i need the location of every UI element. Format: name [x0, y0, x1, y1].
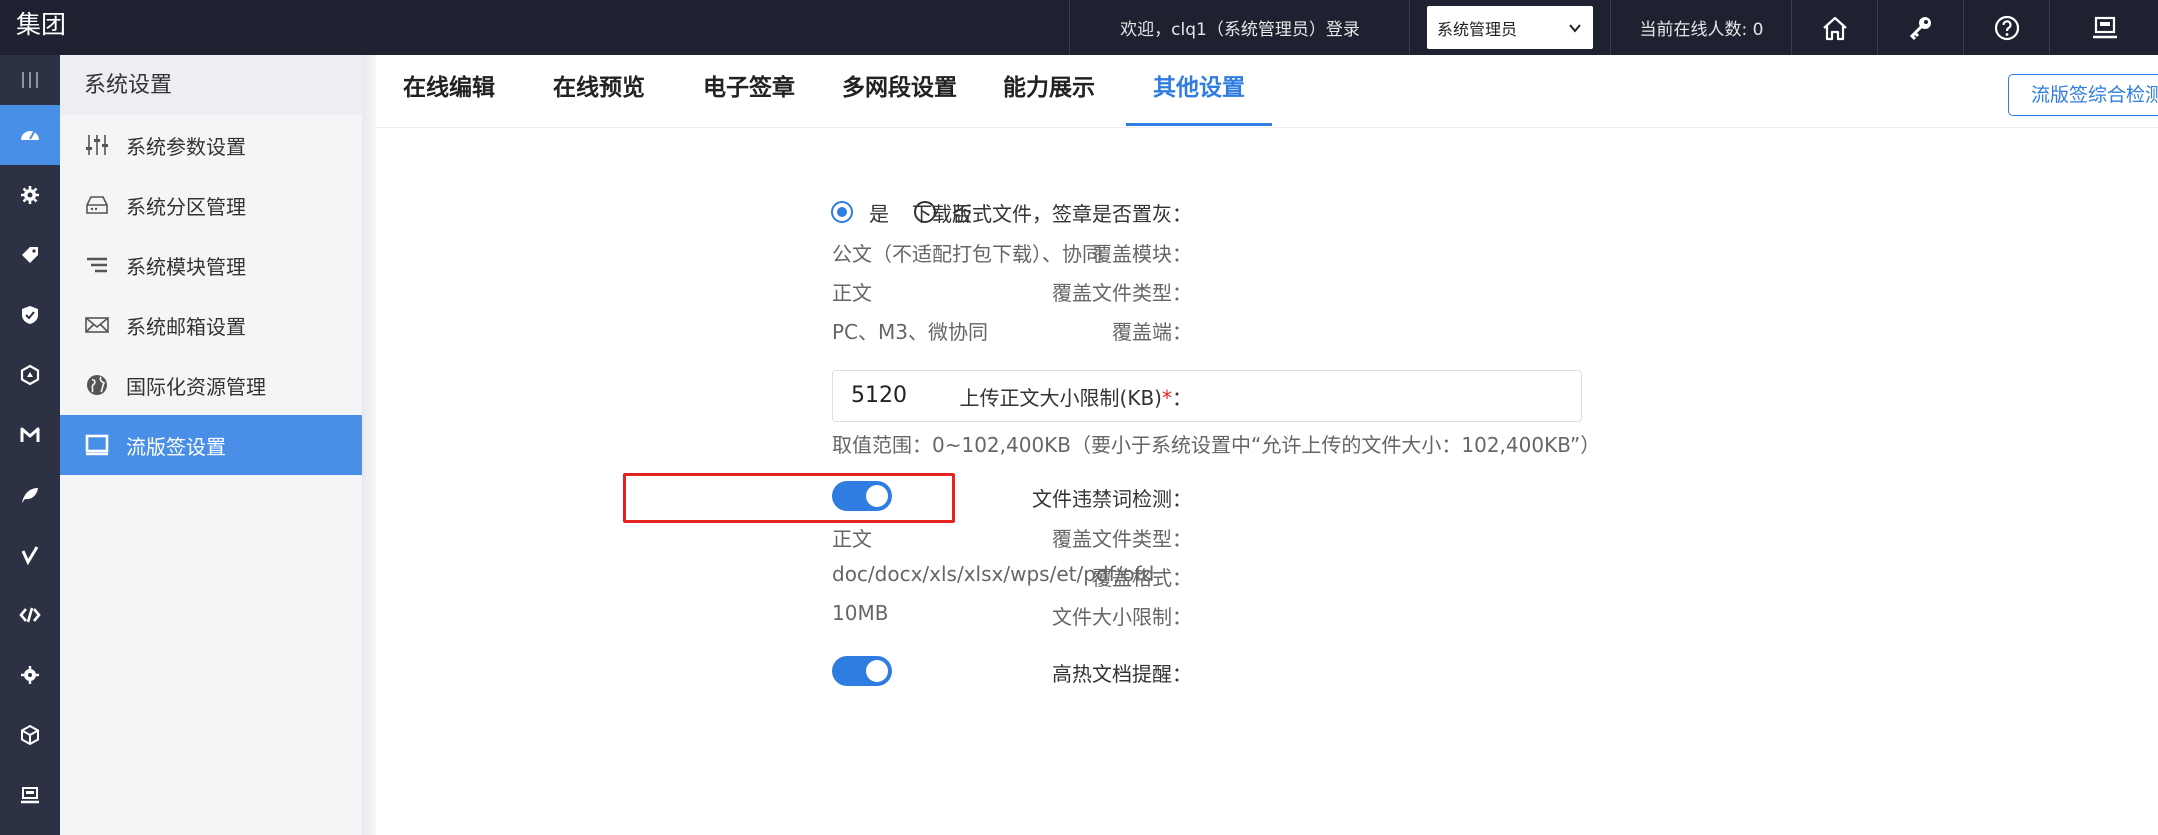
upload-limit-input[interactable]: 5120	[832, 370, 1582, 422]
cover-client-value: PC、M3、微协同	[832, 320, 989, 344]
top-bar: 集团 欢迎，clq1（系统管理员）登录 系统管理员 当前在线人数: 0	[0, 0, 2158, 55]
rail-security[interactable]	[0, 285, 60, 345]
menu-bars-icon	[22, 72, 38, 88]
submenu-item-modules[interactable]: 系统模块管理	[60, 235, 362, 295]
globe-icon	[82, 370, 112, 400]
role-select[interactable]: 系统管理员	[1427, 6, 1593, 49]
password-button[interactable]	[1877, 0, 1964, 55]
rail-pen[interactable]	[0, 525, 60, 585]
radio-yes-label: 是	[869, 202, 889, 226]
fw-size-value: 10MB	[832, 601, 889, 625]
gear-icon	[21, 186, 39, 204]
tab-e-signature[interactable]: 电子签章	[703, 55, 795, 126]
hot-doc-toggle[interactable]	[832, 656, 892, 686]
settings-submenu: 系统设置 系统参数设置 系统分区管理 系统模块管理 系统邮箱设置 国际化资源管理	[60, 55, 362, 835]
main-content: 在线编辑 在线预览 电子签章 多网段设置 能力展示 其他设置 流版签综合检测 下…	[376, 55, 2158, 835]
help-icon	[1994, 15, 2020, 40]
help-button[interactable]	[1963, 0, 2050, 55]
welcome-text: 欢迎，clq1（系统管理员）登录	[1069, 0, 1410, 55]
rail-feather[interactable]	[0, 465, 60, 525]
forbidden-words-label: 文件违禁词检测：	[1032, 487, 1192, 511]
cover-file-type-value: 正文	[832, 281, 872, 305]
rail-cube[interactable]	[0, 705, 60, 765]
rail-hexagon[interactable]	[0, 345, 60, 405]
cube-icon	[21, 724, 39, 746]
submenu-item-label: 系统参数设置	[126, 134, 246, 159]
radio-no[interactable]	[914, 201, 936, 223]
role-select-value: 系统管理员	[1437, 19, 1518, 39]
feather-icon	[22, 488, 38, 503]
m-logo-icon	[20, 427, 40, 442]
cover-client-label: 覆盖端：	[1112, 320, 1192, 344]
radio-no-label: 否	[952, 202, 972, 226]
hexagon-icon	[20, 364, 40, 386]
fw-file-type-label: 覆盖文件类型：	[1052, 527, 1192, 551]
submenu-item-partition[interactable]: 系统分区管理	[60, 175, 362, 235]
list-icon	[82, 250, 112, 280]
submenu-title: 系统设置	[60, 55, 362, 115]
pen-icon	[21, 546, 39, 566]
plug-icon	[21, 666, 39, 684]
tab-online-preview[interactable]: 在线预览	[553, 55, 645, 126]
laptop-icon	[21, 787, 39, 804]
submenu-item-label: 系统模块管理	[126, 254, 246, 279]
monitor-icon	[82, 430, 112, 460]
tab-other-settings[interactable]: 其他设置	[1126, 55, 1272, 126]
dashboard-icon	[21, 131, 39, 140]
menu-toggle-button[interactable]	[0, 55, 60, 105]
rail-code[interactable]	[0, 585, 60, 645]
forbidden-words-toggle[interactable]	[832, 481, 892, 511]
tab-multi-segment[interactable]: 多网段设置	[842, 55, 957, 126]
shield-icon	[22, 306, 38, 324]
role-select-cell: 系统管理员	[1409, 0, 1610, 55]
submenu-item-mailbox[interactable]: 系统邮箱设置	[60, 295, 362, 355]
mail-icon	[82, 310, 112, 340]
home-button[interactable]	[1791, 0, 1878, 55]
key-icon	[1909, 16, 1931, 40]
upload-limit-hint: 取值范围：0~102,400KB（要小于系统设置中“允许上传的文件大小：102,…	[832, 433, 1601, 457]
submenu-item-label: 系统邮箱设置	[126, 314, 246, 339]
cover-module-value: 公文（不适配打包下载）、协同	[832, 242, 1102, 266]
monitor-user-icon	[2092, 16, 2117, 38]
fw-format-value: doc/docx/xls/xlsx/wps/et/pdf/ofd	[832, 562, 1155, 586]
rail-mail-m[interactable]	[0, 405, 60, 465]
tab-online-edit[interactable]: 在线编辑	[403, 55, 495, 126]
fw-size-label: 文件大小限制：	[1052, 605, 1192, 629]
cover-file-type-label: 覆盖文件类型：	[1052, 281, 1192, 305]
rail-screen[interactable]	[0, 765, 60, 825]
chevron-down-icon	[1569, 23, 1581, 33]
rail-plug[interactable]	[0, 645, 60, 705]
online-count: 当前在线人数: 0	[1610, 0, 1792, 55]
submenu-item-i18n[interactable]: 国际化资源管理	[60, 355, 362, 415]
cover-module-label: 覆盖模块：	[1092, 242, 1192, 266]
user-button[interactable]	[2049, 0, 2158, 55]
submenu-item-label: 流版签设置	[126, 434, 226, 459]
rail-dashboard[interactable]	[0, 105, 60, 165]
submenu-item-ofd-sign[interactable]: 流版签设置	[60, 415, 362, 475]
fw-file-type-value: 正文	[832, 527, 872, 551]
submenu-item-label: 国际化资源管理	[126, 374, 266, 399]
home-icon	[1823, 16, 1847, 40]
sliders-icon	[82, 130, 112, 160]
icon-rail	[0, 55, 60, 835]
rail-settings[interactable]	[0, 165, 60, 225]
brand-title: 集团	[16, 10, 67, 39]
submenu-item-label: 系统分区管理	[126, 194, 246, 219]
hot-doc-label: 高热文档提醒：	[1052, 662, 1192, 686]
ofd-check-button[interactable]: 流版签综合检测	[2008, 74, 2158, 116]
panel-divider	[362, 55, 376, 835]
highlight-annotation-box	[623, 473, 955, 523]
code-icon	[19, 607, 41, 623]
tab-capability[interactable]: 能力展示	[1003, 55, 1095, 126]
rail-tag[interactable]	[0, 225, 60, 285]
drive-icon	[82, 190, 112, 220]
radio-yes[interactable]	[831, 201, 853, 223]
submenu-item-system-params[interactable]: 系统参数设置	[60, 115, 362, 175]
tag-icon	[22, 247, 38, 263]
tab-bar: 在线编辑 在线预览 电子签章 多网段设置 能力展示 其他设置 流版签综合检测	[376, 55, 2158, 128]
